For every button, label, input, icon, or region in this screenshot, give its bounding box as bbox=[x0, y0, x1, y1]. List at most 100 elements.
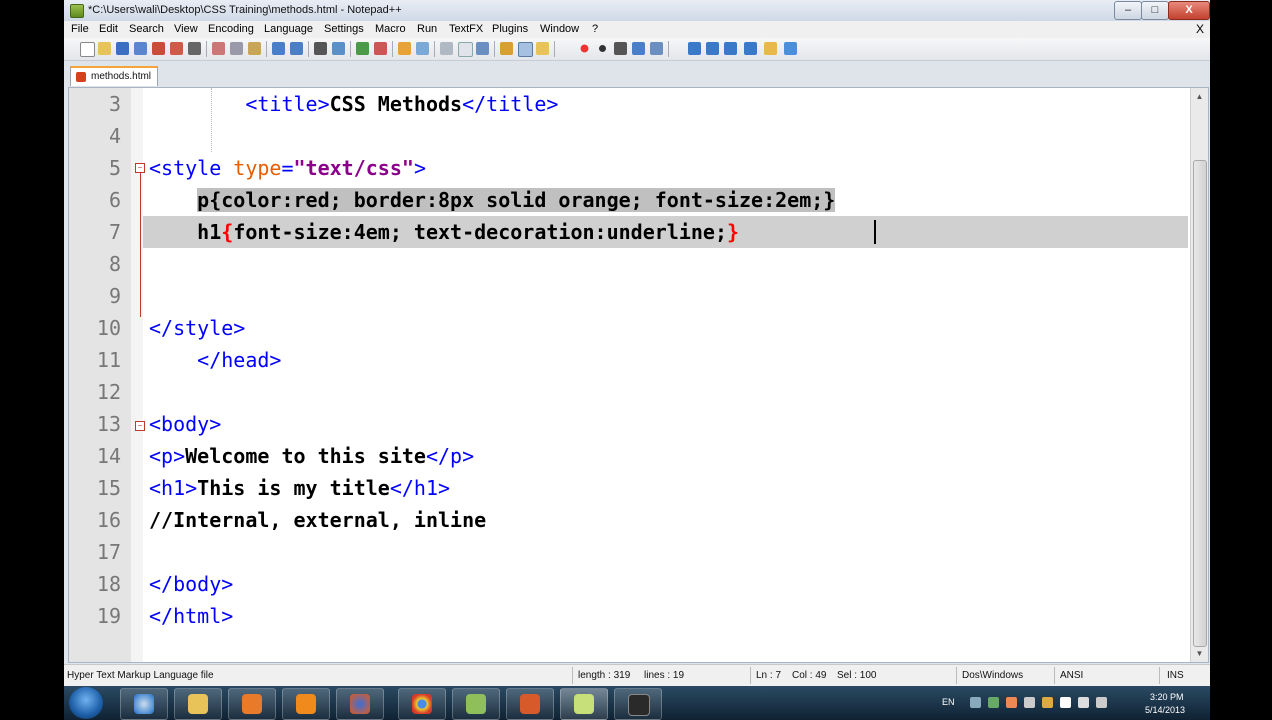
code-line: </body> bbox=[149, 568, 233, 600]
menu-textfx[interactable]: TextFX bbox=[449, 23, 483, 35]
scroll-down-icon[interactable]: ▼ bbox=[1191, 645, 1208, 662]
taskbar-vlc[interactable] bbox=[282, 688, 330, 720]
taskbar-firefox[interactable] bbox=[336, 688, 384, 720]
scroll-up-icon[interactable]: ▲ bbox=[1191, 88, 1208, 105]
status-col-pos: Col : 49 bbox=[792, 670, 827, 681]
menu-macro[interactable]: Macro bbox=[375, 23, 406, 35]
status-length: length : 319 bbox=[578, 670, 631, 681]
menu-window[interactable]: Window bbox=[540, 23, 579, 35]
record-macro-icon[interactable] bbox=[578, 42, 591, 55]
menu-settings[interactable]: Settings bbox=[324, 23, 364, 35]
code-token: <style bbox=[149, 156, 234, 180]
copy-icon[interactable] bbox=[230, 42, 243, 55]
code-token: </body> bbox=[149, 572, 234, 596]
clock-time[interactable]: 3:20 PM bbox=[1150, 692, 1184, 702]
doc-map-icon[interactable] bbox=[518, 42, 533, 57]
volume-icon[interactable] bbox=[1096, 697, 1107, 708]
open-file-icon[interactable] bbox=[98, 42, 111, 55]
system-tray: EN 3:20 PM 5/14/2013 bbox=[940, 686, 1210, 720]
sync-scroll-icon[interactable] bbox=[398, 42, 411, 55]
tray-app-icon[interactable] bbox=[1042, 697, 1053, 708]
maximize-button[interactable]: □ bbox=[1141, 1, 1169, 20]
textfx-sum-icon[interactable] bbox=[688, 42, 701, 55]
action-center-icon[interactable] bbox=[1060, 697, 1071, 708]
sync-horizontal-icon[interactable] bbox=[416, 42, 429, 55]
menu-help[interactable]: ? bbox=[592, 23, 598, 35]
textfx-wrap-icon[interactable] bbox=[784, 42, 797, 55]
menu-file[interactable]: File bbox=[71, 23, 89, 35]
toolbar-separator bbox=[308, 41, 309, 57]
fold-marker-body[interactable]: − bbox=[135, 421, 145, 431]
taskbar-notepadpp[interactable] bbox=[560, 688, 608, 720]
new-file-icon[interactable] bbox=[80, 42, 95, 57]
print-icon[interactable] bbox=[188, 42, 201, 55]
zoom-out-icon[interactable] bbox=[374, 42, 387, 55]
menu-run[interactable]: Run bbox=[417, 23, 437, 35]
menu-language[interactable]: Language bbox=[264, 23, 313, 35]
start-button[interactable] bbox=[69, 687, 103, 719]
redo-icon[interactable] bbox=[290, 42, 303, 55]
line-number: 3 bbox=[108, 92, 121, 116]
replace-icon[interactable] bbox=[332, 42, 345, 55]
status-divider bbox=[956, 667, 957, 684]
tray-app-icon[interactable] bbox=[988, 697, 999, 708]
fold-marker-style[interactable]: − bbox=[135, 163, 145, 173]
menu-edit[interactable]: Edit bbox=[99, 23, 118, 35]
line-number: 17 bbox=[96, 540, 121, 564]
run-macro-multiple-icon[interactable] bbox=[632, 42, 645, 55]
code-editor[interactable]: 3 4 5 6 7 8 9 10 11 12 13 14 15 16 17 18… bbox=[68, 87, 1209, 663]
taskbar-explorer[interactable] bbox=[174, 688, 222, 720]
taskbar-recorder[interactable] bbox=[614, 688, 662, 720]
save-all-icon[interactable] bbox=[134, 42, 147, 55]
menu-encoding[interactable]: Encoding bbox=[208, 23, 254, 35]
taskbar-app[interactable] bbox=[452, 688, 500, 720]
tab-methods-html[interactable]: methods.html bbox=[70, 66, 159, 86]
clock-date[interactable]: 5/14/2013 bbox=[1145, 705, 1185, 715]
menu-search[interactable]: Search bbox=[129, 23, 164, 35]
code-token: CSS Methods bbox=[329, 92, 463, 116]
word-wrap-icon[interactable] bbox=[440, 42, 453, 55]
find-icon[interactable] bbox=[314, 42, 327, 55]
taskbar-media[interactable] bbox=[228, 688, 276, 720]
indent-guide-icon[interactable] bbox=[476, 42, 489, 55]
network-icon[interactable] bbox=[1078, 697, 1089, 708]
stop-macro-icon[interactable] bbox=[596, 42, 609, 55]
menu-view[interactable]: View bbox=[174, 23, 198, 35]
code-line: <p>Welcome to this site</p> bbox=[149, 440, 474, 472]
close-file-icon[interactable] bbox=[152, 42, 165, 55]
tray-app-icon[interactable] bbox=[1024, 697, 1035, 708]
zoom-in-icon[interactable] bbox=[356, 42, 369, 55]
play-macro-icon[interactable] bbox=[614, 42, 627, 55]
tray-app-icon[interactable] bbox=[1006, 697, 1017, 708]
language-indicator[interactable]: EN bbox=[942, 697, 955, 707]
scrollbar-thumb[interactable] bbox=[1193, 160, 1207, 647]
close-button[interactable]: X bbox=[1168, 1, 1210, 20]
taskbar-ie[interactable] bbox=[120, 688, 168, 720]
taskbar-chrome[interactable] bbox=[398, 688, 446, 720]
toolbar bbox=[64, 38, 1210, 61]
user-language-icon[interactable] bbox=[500, 42, 513, 55]
show-all-chars-icon[interactable] bbox=[458, 42, 473, 57]
tray-arrow-icon[interactable] bbox=[970, 697, 981, 708]
menu-plugins[interactable]: Plugins bbox=[492, 23, 528, 35]
textfx-folder-icon[interactable] bbox=[764, 42, 777, 55]
save-macro-icon[interactable] bbox=[650, 42, 663, 55]
toolbar-separator bbox=[554, 41, 555, 57]
paste-icon[interactable] bbox=[248, 42, 261, 55]
vertical-scrollbar[interactable]: ▲ ▼ bbox=[1190, 88, 1208, 662]
close-all-icon[interactable] bbox=[170, 42, 183, 55]
save-icon[interactable] bbox=[116, 42, 129, 55]
cut-icon[interactable] bbox=[212, 42, 225, 55]
minimize-button[interactable]: – bbox=[1114, 1, 1142, 20]
function-list-icon[interactable] bbox=[536, 42, 549, 55]
taskbar-powerpoint[interactable] bbox=[506, 688, 554, 720]
textfx-down-icon[interactable] bbox=[724, 42, 737, 55]
undo-icon[interactable] bbox=[272, 42, 285, 55]
line-number: 11 bbox=[96, 348, 121, 372]
textfx-sort-icon[interactable] bbox=[744, 42, 757, 55]
close-document-icon[interactable]: X bbox=[1196, 22, 1204, 36]
toolbar-separator bbox=[668, 41, 669, 57]
textfx-up-icon[interactable] bbox=[706, 42, 719, 55]
code-token: <p> bbox=[149, 444, 186, 468]
code-token: </p> bbox=[425, 444, 475, 468]
